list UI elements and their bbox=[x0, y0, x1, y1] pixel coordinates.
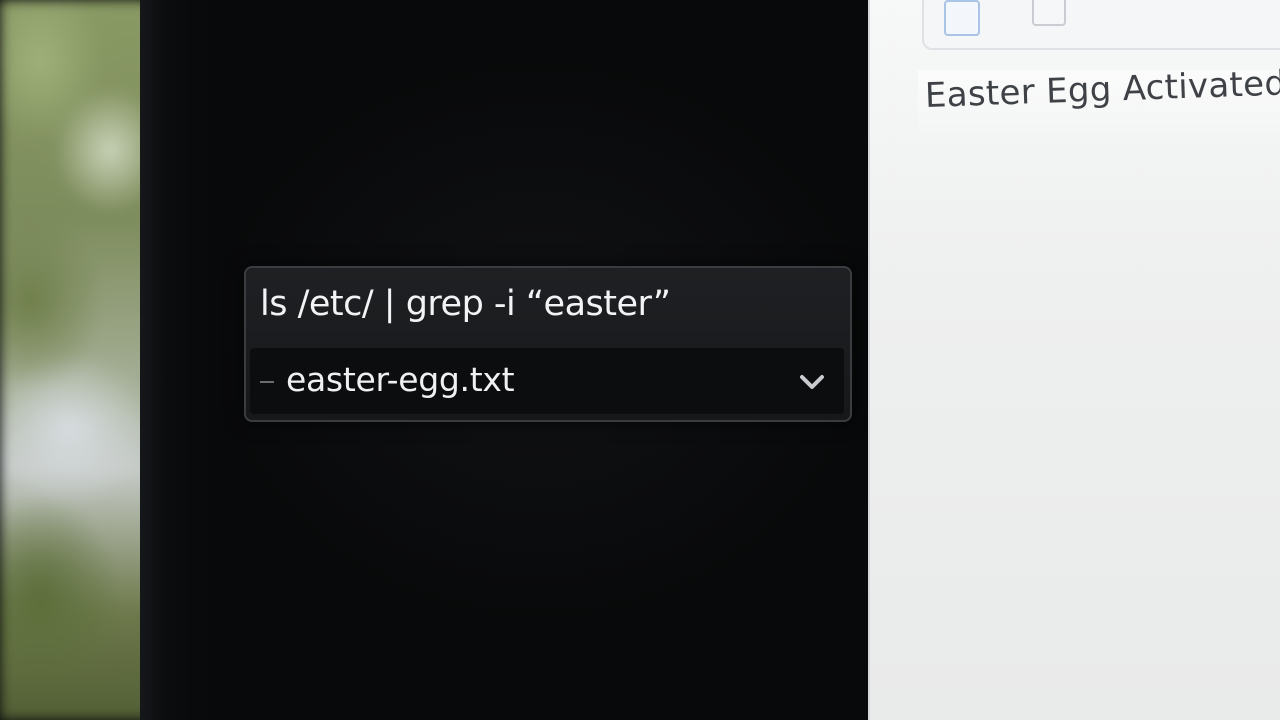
checkbox-icon[interactable] bbox=[1032, 0, 1066, 26]
command-input[interactable]: ls /etc/ | grep -i “easter” bbox=[260, 284, 671, 324]
result-marker bbox=[260, 381, 274, 383]
panel-toolbar bbox=[922, 0, 1280, 50]
result-filename[interactable]: easter-egg.txt bbox=[286, 360, 515, 399]
background-scenery bbox=[0, 0, 160, 720]
result-item[interactable]: easter-egg.txt bbox=[250, 348, 844, 414]
chevron-down-icon[interactable] bbox=[796, 366, 828, 398]
command-autocomplete-box[interactable]: ls /etc/ | grep -i “easter” easter-egg.t… bbox=[244, 266, 852, 422]
checkbox-icon[interactable] bbox=[944, 0, 980, 36]
side-panel: Easter Egg Activated bbox=[868, 0, 1280, 720]
